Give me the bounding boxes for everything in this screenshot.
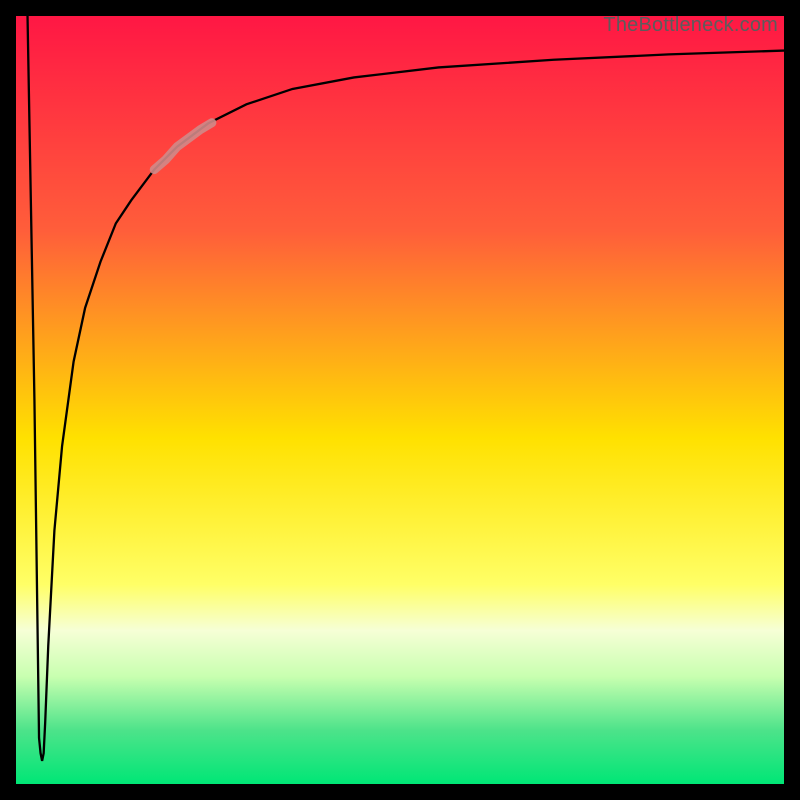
watermark-text: TheBottleneck.com [603, 14, 778, 37]
chart-frame: TheBottleneck.com [0, 0, 800, 800]
chart-svg [16, 16, 784, 784]
plot-area: TheBottleneck.com [16, 16, 784, 784]
gradient-background [16, 16, 784, 784]
